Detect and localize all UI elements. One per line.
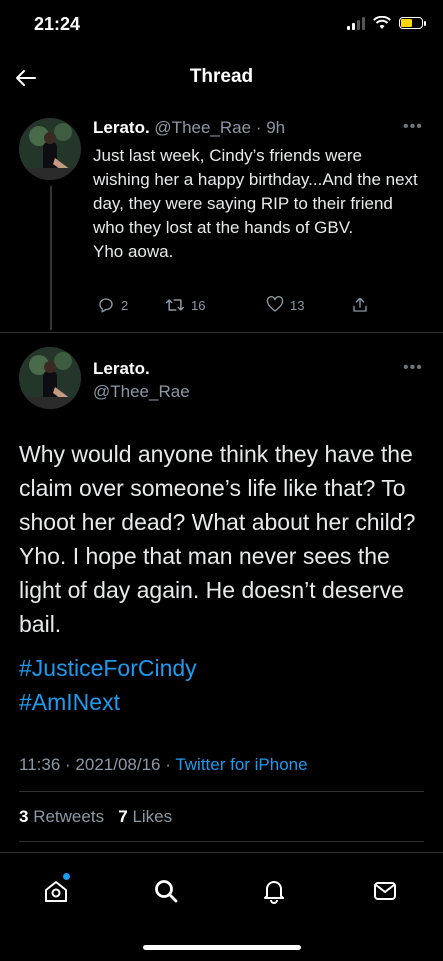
- share-icon: [353, 297, 367, 312]
- tweet-paragraph: Yho aowa.: [93, 242, 174, 261]
- tab-search[interactable]: [150, 875, 182, 907]
- status-time: 21:24: [34, 14, 81, 34]
- tweet-header: Lerato. @Thee_Rae · 9h: [93, 118, 285, 138]
- like-count: 7: [118, 807, 128, 826]
- retweet-count: 16: [191, 297, 206, 313]
- tweet-paragraph: Just last week, Cindy’s friends were wis…: [93, 146, 418, 237]
- more-options-icon[interactable]: •••: [403, 118, 423, 136]
- cellular-signal-icon: [347, 16, 365, 30]
- thread-header: Thread: [0, 52, 443, 104]
- main-tweet: Lerato. @Thee_Rae ••• Why would anyone t…: [0, 335, 443, 855]
- reply-count: 2: [121, 297, 129, 313]
- retweet-count: 3: [19, 807, 29, 826]
- tweet-source-link[interactable]: Twitter for iPhone: [175, 755, 307, 774]
- avatar[interactable]: [19, 347, 81, 409]
- divider: [19, 841, 424, 842]
- hashtag-link[interactable]: #AmINext: [19, 689, 120, 715]
- tweet-actions: 2 16 13: [93, 296, 393, 320]
- battery-icon: [399, 17, 426, 29]
- parent-tweet[interactable]: Lerato. @Thee_Rae · 9h ••• Just last wee…: [0, 108, 443, 334]
- share-button[interactable]: [351, 296, 369, 314]
- hashtag-link[interactable]: #JusticeForCindy: [19, 655, 197, 681]
- more-options-icon[interactable]: •••: [403, 359, 423, 377]
- tab-messages[interactable]: [369, 875, 401, 907]
- divider: [0, 332, 443, 333]
- tweet-text: Just last week, Cindy’s friends were wis…: [93, 144, 423, 264]
- status-bar: 21:24: [0, 0, 443, 52]
- divider: [19, 791, 424, 792]
- avatar[interactable]: [19, 118, 81, 180]
- tweet-meta: 11:36 · 2021/08/16 · Twitter for iPhone: [19, 755, 308, 774]
- tweet-date: 2021/08/16: [75, 755, 161, 774]
- author-name[interactable]: Lerato.: [93, 118, 150, 137]
- reply-button[interactable]: 2: [97, 296, 128, 314]
- page-title: Thread: [189, 66, 254, 87]
- notifications-icon: [264, 881, 284, 904]
- reply-icon: [99, 298, 113, 313]
- notification-dot: [63, 873, 70, 880]
- tweet-text: Why would anyone think they have the cla…: [19, 437, 429, 719]
- home-indicator: [143, 945, 301, 950]
- status-icons: [347, 16, 426, 30]
- author-name[interactable]: Lerato.: [93, 359, 150, 379]
- likes-label: Likes: [132, 807, 173, 826]
- messages-icon: [374, 882, 396, 900]
- thread-connector-line: [50, 186, 52, 330]
- tab-home[interactable]: [40, 873, 72, 907]
- engagement-counts: 3 Retweets 7 Likes: [19, 807, 172, 827]
- tweet-body: Why would anyone think they have the cla…: [19, 441, 416, 637]
- retweet-icon: [165, 299, 185, 311]
- retweet-button[interactable]: 16: [165, 296, 205, 314]
- tweet-time: · 9h: [255, 118, 286, 137]
- likes-link[interactable]: 7 Likes: [118, 807, 172, 826]
- author-handle[interactable]: @Thee_Rae: [93, 382, 190, 402]
- retweets-link[interactable]: 3 Retweets: [19, 807, 104, 826]
- author-handle[interactable]: @Thee_Rae: [154, 118, 251, 137]
- like-count: 13: [290, 297, 305, 313]
- heart-icon: [266, 296, 284, 312]
- retweets-label: Retweets: [33, 807, 105, 826]
- tab-notifications[interactable]: [258, 875, 290, 907]
- tweet-time: 11:36: [19, 755, 61, 774]
- bottom-tab-bar: [0, 852, 443, 961]
- like-button[interactable]: 13: [266, 296, 304, 314]
- home-icon: [45, 881, 67, 902]
- wifi-icon: [373, 16, 391, 29]
- search-icon: [155, 880, 178, 903]
